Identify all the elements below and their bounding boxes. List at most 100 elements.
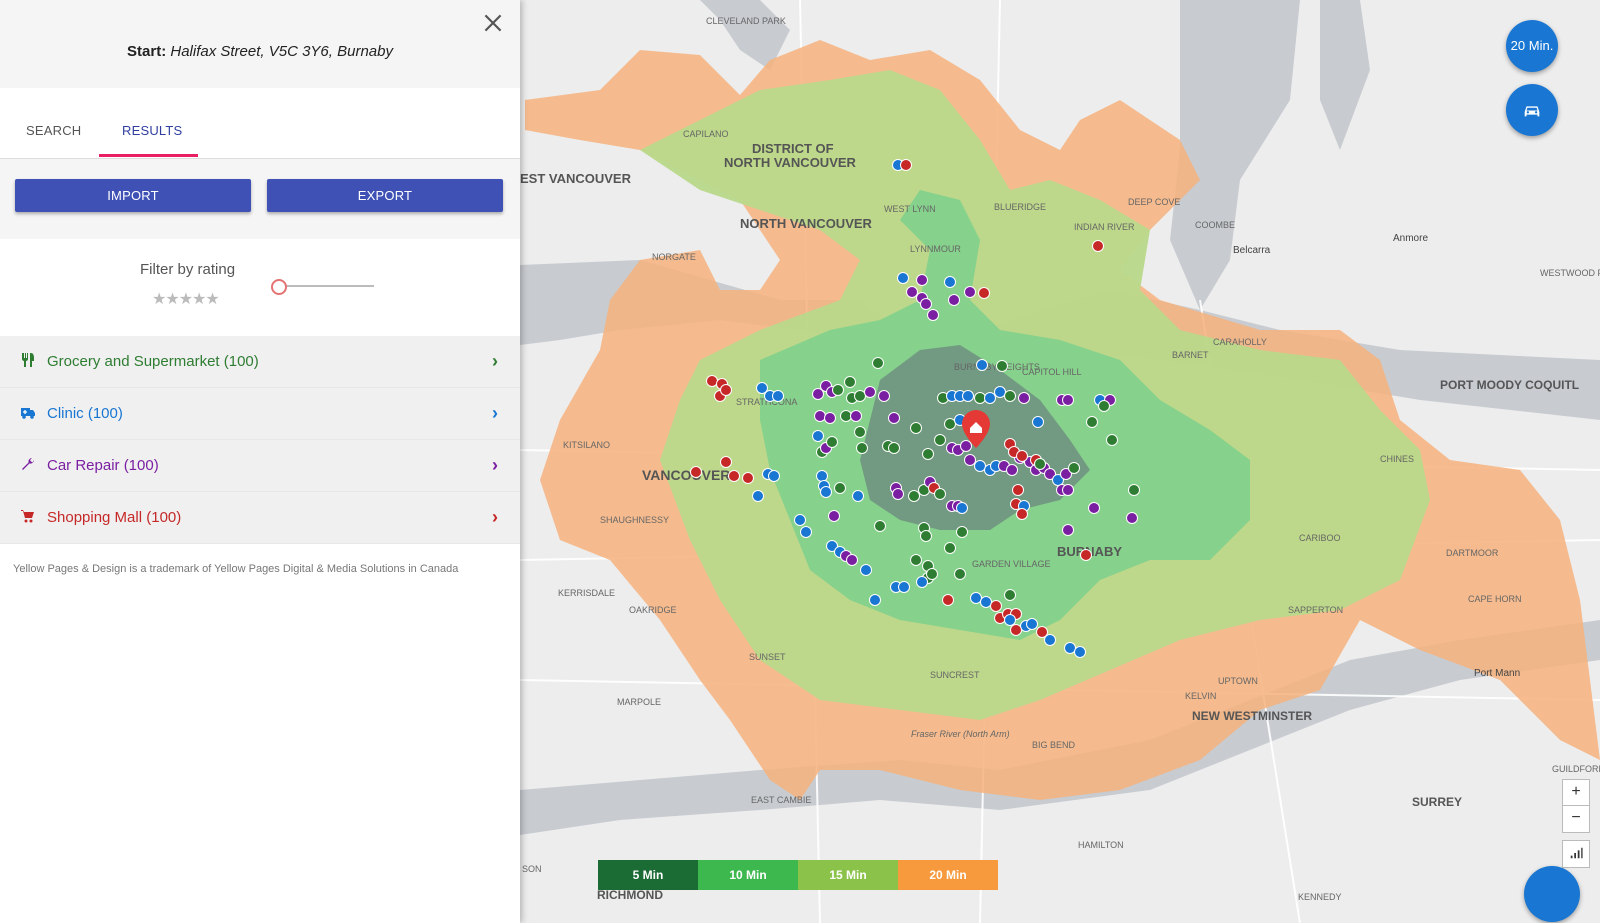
poi-marker[interactable]: [800, 526, 812, 538]
poi-marker[interactable]: [956, 502, 968, 514]
poi-marker[interactable]: [934, 434, 946, 446]
zoom-in-button[interactable]: +: [1562, 779, 1590, 807]
poi-marker[interactable]: [872, 357, 884, 369]
poi-marker[interactable]: [1004, 614, 1016, 626]
poi-marker[interactable]: [1026, 618, 1038, 630]
poi-marker[interactable]: [974, 460, 986, 472]
poi-marker[interactable]: [852, 490, 864, 502]
poi-marker[interactable]: [900, 159, 912, 171]
poi-marker[interactable]: [826, 436, 838, 448]
poi-marker[interactable]: [974, 392, 986, 404]
poi-marker[interactable]: [1074, 646, 1086, 658]
zoom-out-button[interactable]: −: [1562, 805, 1590, 833]
poi-marker[interactable]: [920, 530, 932, 542]
poi-marker[interactable]: [898, 581, 910, 593]
tab-search[interactable]: SEARCH: [26, 123, 81, 138]
poi-marker[interactable]: [1126, 512, 1138, 524]
poi-marker[interactable]: [1004, 589, 1016, 601]
close-icon[interactable]: [480, 10, 506, 36]
poi-marker[interactable]: [948, 294, 960, 306]
import-button[interactable]: IMPORT: [15, 179, 251, 212]
travel-time-button[interactable]: 20 Min.: [1506, 20, 1558, 72]
map-canvas[interactable]: CLEVELAND PARK CAPILANO DISTRICT OF NORT…: [520, 0, 1600, 923]
poi-marker[interactable]: [964, 454, 976, 466]
poi-marker[interactable]: [1068, 462, 1080, 474]
poi-marker[interactable]: [864, 386, 876, 398]
poi-marker[interactable]: [892, 488, 904, 500]
poi-marker[interactable]: [1092, 240, 1104, 252]
poi-marker[interactable]: [1034, 458, 1046, 470]
poi-marker[interactable]: [1016, 450, 1028, 462]
poi-marker[interactable]: [1064, 642, 1076, 654]
poi-marker[interactable]: [834, 482, 846, 494]
poi-marker[interactable]: [1080, 549, 1092, 561]
poi-marker[interactable]: [927, 309, 939, 321]
poi-marker[interactable]: [720, 456, 732, 468]
poi-marker[interactable]: [984, 392, 996, 404]
poi-marker[interactable]: [856, 442, 868, 454]
poi-marker[interactable]: [1044, 634, 1056, 646]
poi-marker[interactable]: [816, 470, 828, 482]
export-button[interactable]: EXPORT: [267, 179, 503, 212]
rating-slider-thumb[interactable]: [271, 279, 287, 295]
poi-marker[interactable]: [874, 520, 886, 532]
poi-marker[interactable]: [1006, 464, 1018, 476]
poi-marker[interactable]: [720, 384, 732, 396]
poi-marker[interactable]: [942, 594, 954, 606]
poi-marker[interactable]: [794, 514, 806, 526]
poi-marker[interactable]: [844, 376, 856, 388]
poi-marker[interactable]: [772, 390, 784, 402]
poi-marker[interactable]: [916, 576, 928, 588]
poi-marker[interactable]: [828, 510, 840, 522]
poi-marker[interactable]: [1032, 416, 1044, 428]
car-mode-button[interactable]: [1506, 84, 1558, 136]
poi-marker[interactable]: [888, 412, 900, 424]
poi-marker[interactable]: [1128, 484, 1140, 496]
poi-marker[interactable]: [962, 390, 974, 402]
tab-results[interactable]: RESULTS: [122, 123, 182, 138]
poi-marker[interactable]: [970, 592, 982, 604]
poi-marker[interactable]: [978, 287, 990, 299]
poi-marker[interactable]: [944, 276, 956, 288]
poi-marker[interactable]: [860, 564, 872, 576]
poi-marker[interactable]: [869, 594, 881, 606]
poi-marker[interactable]: [814, 410, 826, 422]
poi-marker[interactable]: [812, 430, 824, 442]
poi-marker[interactable]: [824, 412, 836, 424]
poi-marker[interactable]: [1010, 624, 1022, 636]
poi-marker[interactable]: [910, 554, 922, 566]
poi-marker[interactable]: [980, 596, 992, 608]
poi-marker[interactable]: [916, 274, 928, 286]
poi-marker[interactable]: [820, 486, 832, 498]
stats-button[interactable]: [1562, 840, 1590, 868]
poi-marker[interactable]: [1098, 400, 1110, 412]
poi-marker[interactable]: [840, 410, 852, 422]
poi-marker[interactable]: [996, 360, 1008, 372]
poi-marker[interactable]: [690, 466, 702, 478]
category-car-repair[interactable]: Car Repair (100) ›: [0, 440, 520, 492]
poi-marker[interactable]: [1062, 394, 1074, 406]
poi-marker[interactable]: [1062, 484, 1074, 496]
poi-marker[interactable]: [920, 298, 932, 310]
poi-marker[interactable]: [964, 286, 976, 298]
poi-marker[interactable]: [742, 472, 754, 484]
poi-marker[interactable]: [1016, 508, 1028, 520]
poi-marker[interactable]: [752, 490, 764, 502]
poi-marker[interactable]: [897, 272, 909, 284]
poi-marker[interactable]: [1088, 502, 1100, 514]
poi-marker[interactable]: [990, 600, 1002, 612]
poi-marker[interactable]: [910, 422, 922, 434]
poi-marker[interactable]: [1004, 390, 1016, 402]
poi-marker[interactable]: [944, 542, 956, 554]
poi-marker[interactable]: [1062, 524, 1074, 536]
poi-marker[interactable]: [1086, 416, 1098, 428]
category-shopping-mall[interactable]: Shopping Mall (100) ›: [0, 492, 520, 544]
poi-marker[interactable]: [768, 470, 780, 482]
poi-marker[interactable]: [956, 526, 968, 538]
poi-marker[interactable]: [832, 384, 844, 396]
poi-marker[interactable]: [854, 426, 866, 438]
poi-marker[interactable]: [1018, 392, 1030, 404]
poi-marker[interactable]: [854, 390, 866, 402]
poi-marker[interactable]: [926, 568, 938, 580]
poi-marker[interactable]: [934, 488, 946, 500]
